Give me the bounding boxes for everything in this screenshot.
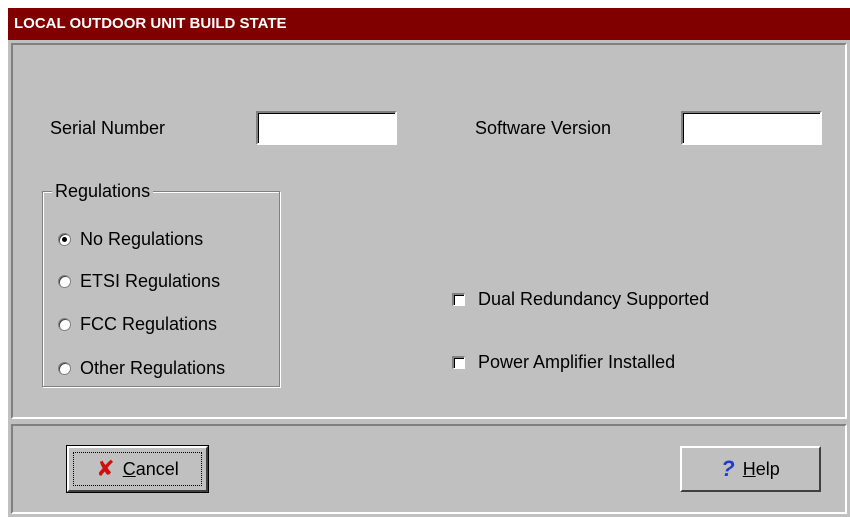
cancel-button[interactable]: ✘ Cancel <box>66 445 209 493</box>
radio-label: No Regulations <box>80 228 204 249</box>
radio-etsi-regulations[interactable]: ETSI Regulations <box>58 269 220 293</box>
radio-button[interactable] <box>58 274 71 288</box>
window-title: LOCAL OUTDOOR UNIT BUILD STATE <box>8 8 850 40</box>
dual-redundancy-checkbox[interactable] <box>452 292 465 306</box>
radio-button[interactable] <box>58 317 71 331</box>
serial-number-input[interactable] <box>256 111 397 145</box>
radio-label: Other Regulations <box>80 357 226 378</box>
radio-fcc-regulations[interactable]: FCC Regulations <box>58 312 217 336</box>
radio-no-regulations[interactable]: No Regulations <box>58 227 203 251</box>
help-button[interactable]: ? Help <box>680 446 821 492</box>
software-version-label: Software Version <box>475 118 612 138</box>
radio-button[interactable] <box>58 361 71 375</box>
software-version-input[interactable] <box>681 111 822 145</box>
radio-label: FCC Regulations <box>80 313 218 334</box>
power-amplifier-label: Power Amplifier Installed <box>478 351 676 372</box>
radio-other-regulations[interactable]: Other Regulations <box>58 356 225 380</box>
radio-label: ETSI Regulations <box>80 270 221 291</box>
focus-rect <box>73 452 202 486</box>
dual-redundancy-checkbox-row[interactable]: Dual Redundancy Supported <box>452 287 709 311</box>
power-amplifier-checkbox-row[interactable]: Power Amplifier Installed <box>452 350 675 374</box>
dual-redundancy-label: Dual Redundancy Supported <box>478 288 710 309</box>
power-amplifier-checkbox[interactable] <box>452 355 465 369</box>
serial-number-label: Serial Number <box>50 118 166 138</box>
help-label: Help <box>742 458 780 479</box>
radio-button-checked[interactable] <box>58 232 71 246</box>
regulations-legend: Regulations <box>52 181 154 202</box>
question-mark-icon: ? <box>721 456 735 481</box>
